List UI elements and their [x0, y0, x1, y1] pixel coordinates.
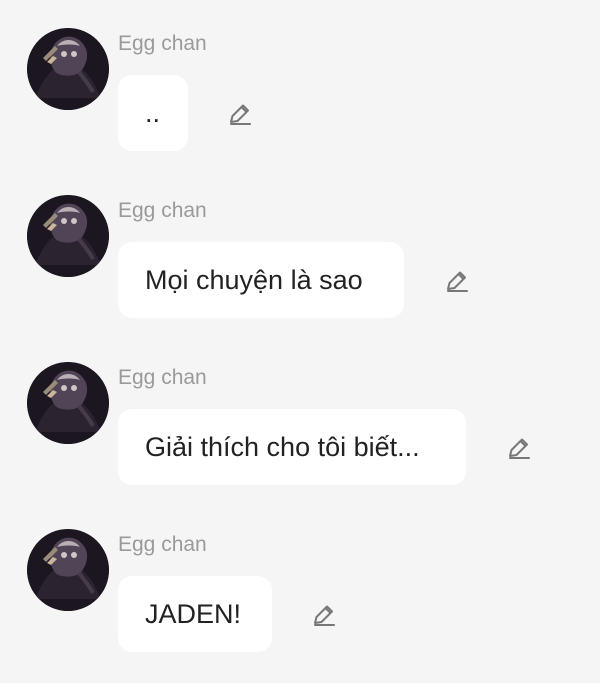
message-text: Mọi chuyện là sao [145, 264, 363, 295]
avatar[interactable] [27, 28, 109, 110]
avatar[interactable] [27, 362, 109, 444]
chat-message: Egg chan Mọi chuyện là sao [0, 167, 600, 327]
pencil-icon[interactable] [311, 602, 337, 628]
pencil-icon[interactable] [444, 268, 470, 294]
chat-message: Egg chan Giải thích cho tôi biết... [0, 334, 600, 494]
message-bubble[interactable]: Giải thích cho tôi biết... [118, 409, 466, 485]
pencil-icon[interactable] [227, 101, 253, 127]
avatar[interactable] [27, 529, 109, 611]
chat-message: Egg chan .. [0, 0, 600, 160]
sender-name: Egg chan [118, 32, 207, 55]
sender-name: Egg chan [118, 533, 207, 556]
message-bubble[interactable]: Mọi chuyện là sao [118, 242, 404, 318]
sender-name: Egg chan [118, 366, 207, 389]
chat-message: Egg chan JADEN! [0, 501, 600, 661]
message-text: .. [145, 97, 161, 128]
message-bubble[interactable]: .. [118, 75, 188, 151]
message-text: JADEN! [145, 598, 242, 629]
message-bubble[interactable]: JADEN! [118, 576, 272, 652]
pencil-icon[interactable] [506, 435, 532, 461]
message-text: Giải thích cho tôi biết... [145, 431, 420, 462]
sender-name: Egg chan [118, 199, 207, 222]
avatar[interactable] [27, 195, 109, 277]
